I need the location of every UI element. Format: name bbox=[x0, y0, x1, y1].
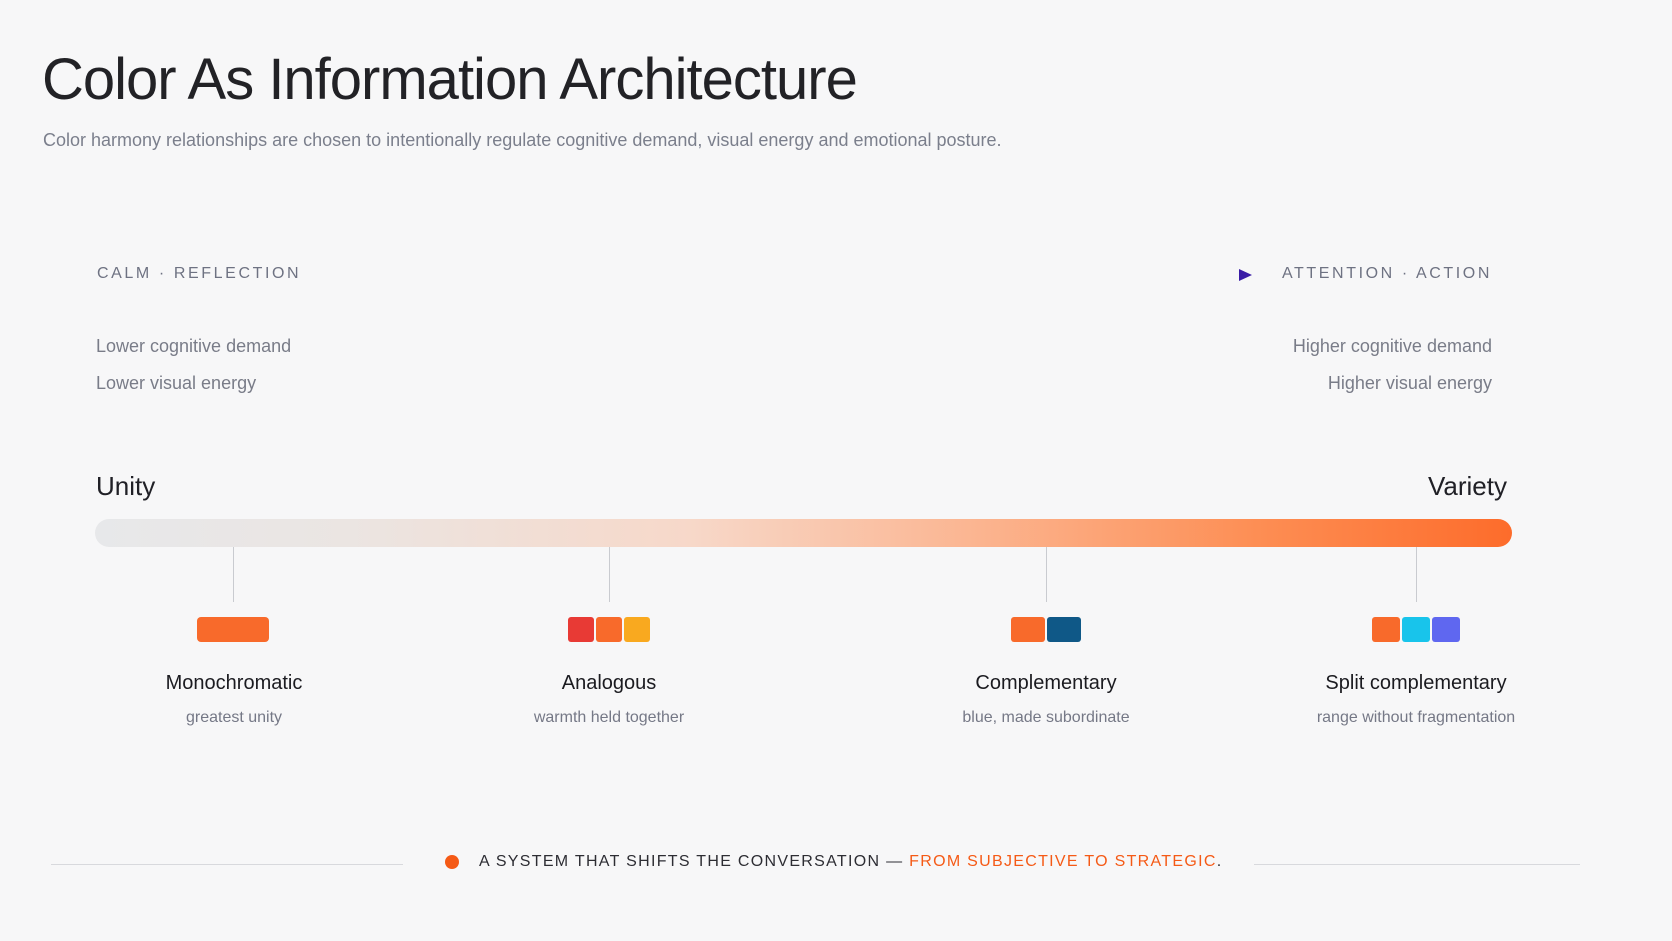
footer-rule-left bbox=[51, 864, 403, 865]
page-subtitle: Color harmony relationships are chosen t… bbox=[43, 130, 1002, 150]
swatches-monochromatic bbox=[197, 617, 269, 642]
footer-rule-right bbox=[1254, 864, 1580, 865]
harmony-name-analogous: Analogous bbox=[561, 672, 657, 694]
footer-text: A SYSTEM THAT SHIFTS THE CONVERSATION — bbox=[479, 853, 904, 870]
swatch-red bbox=[568, 617, 594, 642]
spectrum-arrow bbox=[330, 269, 1252, 281]
harmony-name-split-complementary: Split complementary bbox=[1325, 672, 1507, 694]
swatches-split-complementary bbox=[1372, 617, 1460, 642]
swatches-complementary bbox=[1011, 617, 1081, 642]
lower-cognitive-demand: Lower cognitive demand bbox=[96, 336, 292, 356]
swatch-cyan bbox=[1402, 617, 1430, 642]
harmony-desc-complementary: blue, made subordinate bbox=[962, 709, 1130, 726]
unity-variety-gradient-bar bbox=[95, 519, 1512, 547]
higher-visual-energy: Higher visual energy bbox=[1327, 373, 1492, 393]
higher-cognitive-demand: Higher cognitive demand bbox=[1292, 336, 1492, 356]
lower-visual-energy: Lower visual energy bbox=[96, 373, 257, 393]
swatch-orange bbox=[197, 617, 269, 642]
orange-dot-icon bbox=[445, 855, 459, 869]
swatch-orange bbox=[1372, 617, 1400, 642]
swatch-indigo bbox=[1432, 617, 1460, 642]
page-title: Color As Information Architecture bbox=[42, 47, 858, 112]
unity-label: Unity bbox=[96, 471, 156, 501]
swatches-analogous bbox=[568, 617, 650, 642]
harmony-desc-split-complementary: range without fragmentation bbox=[1316, 709, 1516, 726]
swatch-orange bbox=[596, 617, 622, 642]
attention-action-label: ATTENTION · ACTION bbox=[1281, 265, 1492, 282]
tick-monochromatic bbox=[233, 547, 234, 602]
footer-period: . bbox=[1216, 853, 1223, 870]
harmony-name-monochromatic: Monochromatic bbox=[165, 672, 303, 694]
tick-analogous bbox=[609, 547, 610, 602]
arrowhead-icon bbox=[1239, 269, 1252, 281]
tick-complementary bbox=[1046, 547, 1047, 602]
swatch-blue bbox=[1047, 617, 1081, 642]
harmony-name-complementary: Complementary bbox=[975, 672, 1117, 694]
harmony-desc-monochromatic: greatest unity bbox=[185, 709, 283, 726]
calm-reflection-label: CALM · REFLECTION bbox=[97, 265, 302, 282]
footer-accent-text: FROM SUBJECTIVE TO STRATEGIC bbox=[909, 853, 1217, 870]
variety-label: Variety bbox=[1428, 471, 1507, 501]
harmony-desc-analogous: warmth held together bbox=[533, 709, 685, 726]
tick-split-complementary bbox=[1416, 547, 1417, 602]
swatch-yellow bbox=[624, 617, 650, 642]
footer-tagline: A SYSTEM THAT SHIFTS THE CONVERSATION — … bbox=[445, 853, 1222, 871]
swatch-orange bbox=[1011, 617, 1045, 642]
